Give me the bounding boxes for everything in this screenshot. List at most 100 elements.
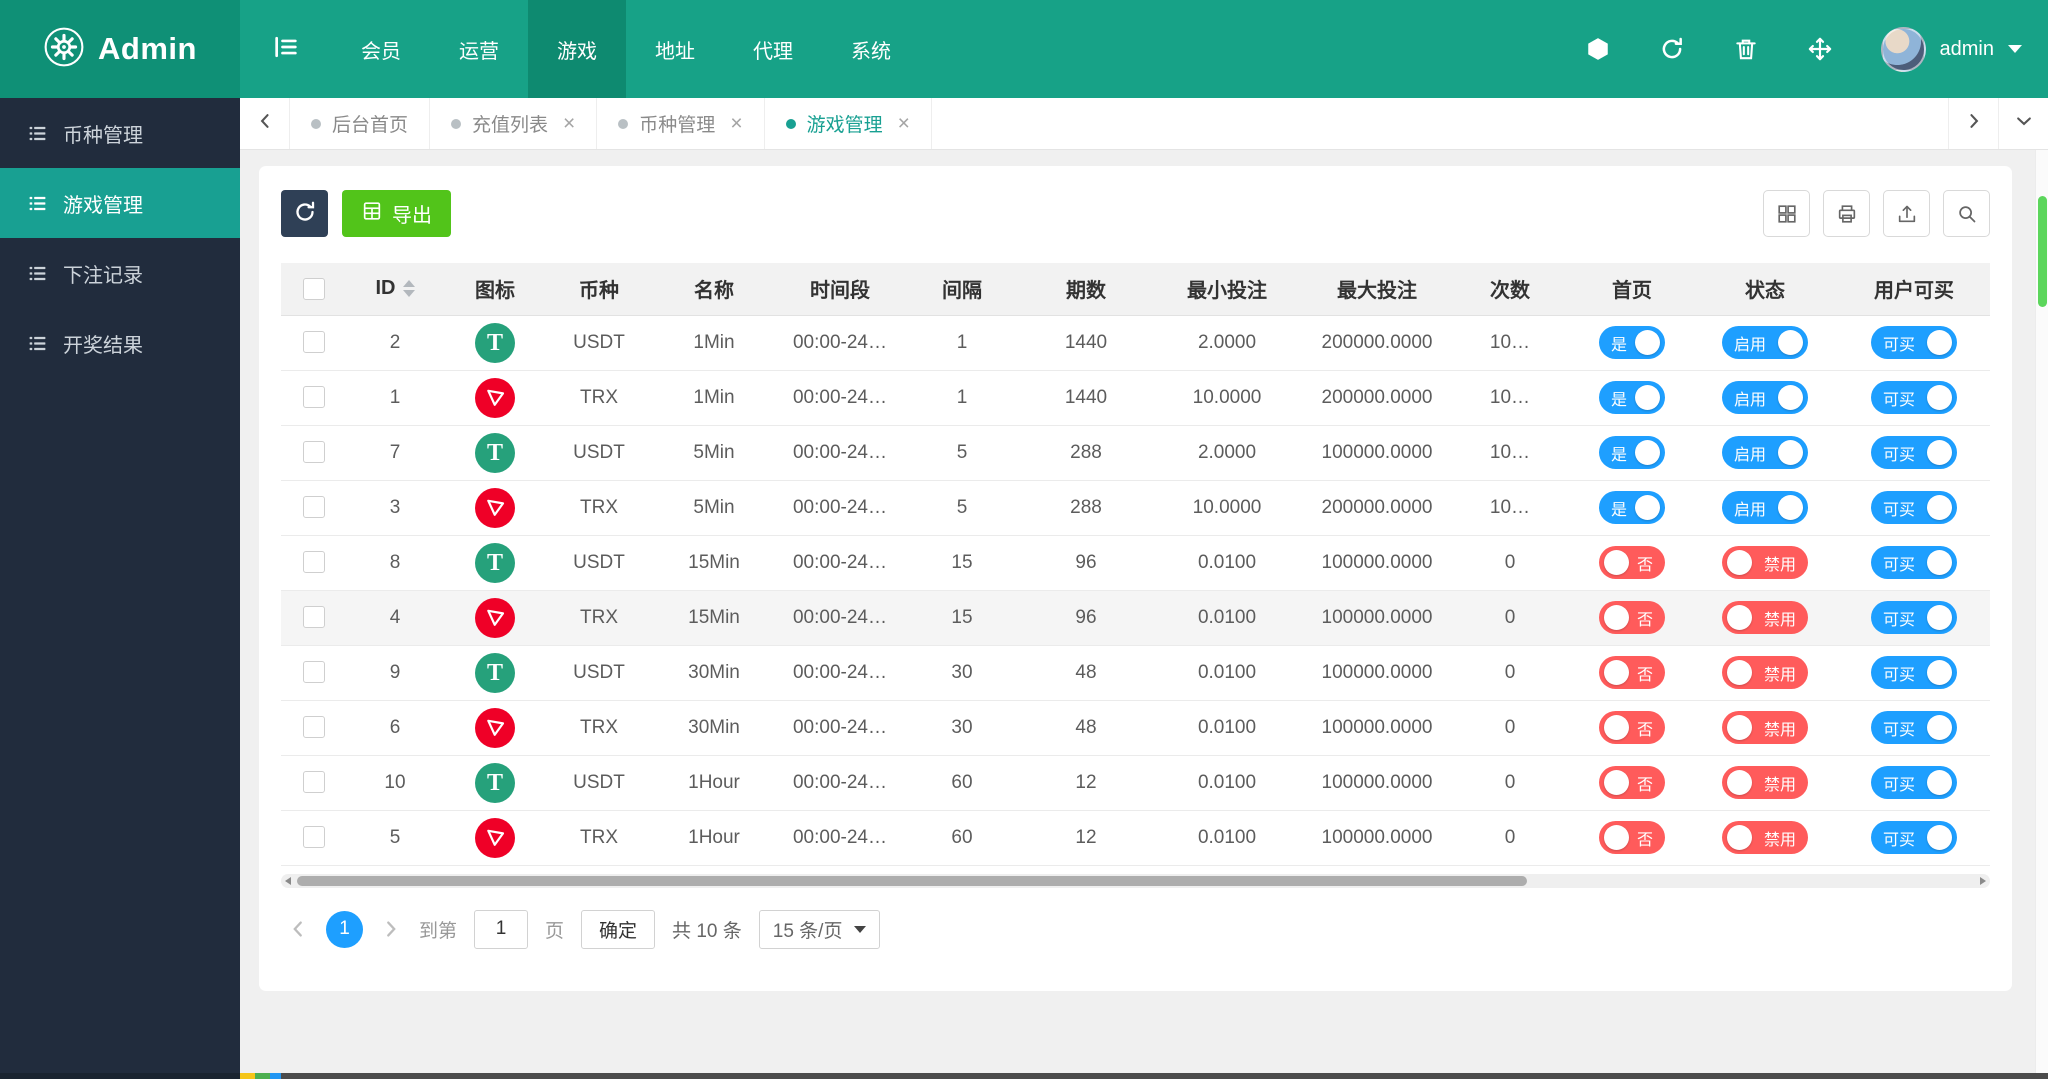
tab-币种管理[interactable]: 币种管理 × (597, 98, 765, 149)
tab-close-icon[interactable]: × (563, 113, 575, 134)
vertical-scrollbar[interactable] (2035, 150, 2048, 1073)
home-toggle[interactable]: 否 (1599, 711, 1665, 744)
tab-游戏管理[interactable]: 游戏管理 × (765, 98, 932, 149)
next-page-button[interactable] (380, 918, 402, 940)
select-all-checkbox[interactable] (303, 277, 325, 300)
tab-充值列表[interactable]: 充值列表 × (430, 98, 598, 149)
buyable-toggle[interactable]: 可买 (1871, 601, 1957, 634)
buyable-toggle[interactable]: 可买 (1871, 381, 1957, 414)
row-checkbox[interactable] (303, 331, 325, 354)
buyable-toggle[interactable]: 可买 (1871, 436, 1957, 469)
row-checkbox[interactable] (303, 496, 325, 519)
table-header-row: ID 图标 币种 名称 时间段 间隔 期数 最小投注 最大投注 次数 首页 状态 用户可买 (281, 263, 1990, 316)
row-checkbox[interactable] (303, 661, 325, 684)
row-checkbox[interactable] (303, 826, 325, 849)
cell-times: 10… (1451, 425, 1569, 481)
menu-item-会员[interactable]: 会员 (332, 0, 430, 98)
column-header-ID[interactable]: ID (347, 263, 443, 316)
printer-icon[interactable] (1823, 190, 1870, 237)
menu-item-游戏[interactable]: 游戏 (528, 0, 626, 98)
row-checkbox[interactable] (303, 386, 325, 409)
menu-item-系统[interactable]: 系统 (822, 0, 920, 98)
home-toggle[interactable]: 否 (1599, 601, 1665, 634)
refresh-icon[interactable] (1659, 36, 1686, 63)
cell-id: 6 (347, 700, 443, 756)
buyable-toggle[interactable]: 可买 (1871, 491, 1957, 524)
cell-status: 禁用 (1695, 755, 1835, 811)
menu-item-代理[interactable]: 代理 (724, 0, 822, 98)
status-toggle[interactable]: 禁用 (1722, 656, 1808, 689)
buyable-toggle[interactable]: 可买 (1871, 546, 1957, 579)
cell-interval: 60 (903, 755, 1021, 811)
vertical-scrollbar-thumb[interactable] (2038, 196, 2047, 307)
tabs-menu-button[interactable] (1998, 98, 2048, 149)
list-icon (27, 263, 48, 284)
status-toggle[interactable]: 禁用 (1722, 546, 1808, 579)
grid-columns-icon[interactable] (1763, 190, 1810, 237)
status-toggle[interactable]: 启用 (1722, 381, 1808, 414)
sidebar-item-下注记录[interactable]: 下注记录 (0, 238, 240, 308)
sidebar-item-开奖结果[interactable]: 开奖结果 (0, 308, 240, 378)
row-checkbox[interactable] (303, 551, 325, 574)
home-toggle[interactable]: 否 (1599, 546, 1665, 579)
sidebar-item-币种管理[interactable]: 币种管理 (0, 98, 240, 168)
page-size-value: 15 条/页 (772, 920, 843, 942)
row-checkbox[interactable] (303, 606, 325, 629)
confirm-button[interactable]: 确定 (581, 909, 656, 949)
home-toggle[interactable]: 是 (1599, 381, 1665, 414)
page-number-button[interactable]: 1 (326, 910, 363, 948)
status-toggle[interactable]: 禁用 (1722, 821, 1808, 854)
collapse-sidebar-button[interactable] (240, 0, 332, 98)
tabs-scroll-left-button[interactable] (240, 98, 290, 149)
tab-close-icon[interactable]: × (730, 113, 742, 134)
horizontal-scrollbar[interactable] (281, 873, 1990, 888)
buyable-toggle[interactable]: 可买 (1871, 766, 1957, 799)
buyable-toggle[interactable]: 可买 (1871, 711, 1957, 744)
buyable-toggle[interactable]: 可买 (1871, 821, 1957, 854)
cell-status: 禁用 (1695, 535, 1835, 591)
cell-coin: TRX (547, 480, 651, 536)
row-checkbox[interactable] (303, 771, 325, 794)
move-arrows-icon[interactable] (1807, 36, 1834, 63)
sidebar-item-游戏管理[interactable]: 游戏管理 (0, 168, 240, 238)
status-toggle[interactable]: 启用 (1722, 491, 1808, 524)
menu-item-地址[interactable]: 地址 (626, 0, 724, 98)
tab-后台首页[interactable]: 后台首页 (290, 98, 431, 149)
menu-item-运营[interactable]: 运营 (430, 0, 528, 98)
home-toggle[interactable]: 否 (1599, 766, 1665, 799)
status-toggle[interactable]: 启用 (1722, 326, 1808, 359)
search-icon[interactable] (1943, 190, 1990, 237)
buyable-toggle[interactable]: 可买 (1871, 656, 1957, 689)
table-row: 7 T USDT 5Min 00:00-24… 5 288 2.0000 100… (281, 425, 1990, 481)
cell-id: 2 (347, 315, 443, 371)
export-button[interactable]: 导出 (342, 190, 451, 237)
buyable-toggle[interactable]: 可买 (1871, 326, 1957, 359)
prev-page-button[interactable] (287, 918, 309, 940)
cell-max-bet: 100000.0000 (1303, 535, 1451, 591)
sort-icon[interactable] (402, 280, 415, 298)
tabs-scroll-right-button[interactable] (1948, 98, 1998, 149)
goto-page-input[interactable] (474, 909, 529, 949)
horizontal-scrollbar-thumb[interactable] (297, 875, 1528, 886)
cell-select (281, 645, 347, 701)
trash-icon[interactable] (1733, 36, 1760, 63)
row-checkbox[interactable] (303, 441, 325, 464)
user-menu[interactable]: admin (1880, 26, 2022, 72)
upload-icon[interactable] (1883, 190, 1930, 237)
home-toggle[interactable]: 是 (1599, 326, 1665, 359)
tab-list: 后台首页 充值列表 × 币种管理 × 游戏管理 × (290, 98, 932, 149)
tab-close-icon[interactable]: × (898, 113, 910, 134)
status-toggle[interactable]: 禁用 (1722, 766, 1808, 799)
home-toggle[interactable]: 是 (1599, 491, 1665, 524)
status-toggle[interactable]: 禁用 (1722, 711, 1808, 744)
page-size-select[interactable]: 15 条/页 (758, 909, 881, 949)
status-toggle[interactable]: 启用 (1722, 436, 1808, 469)
home-toggle[interactable]: 否 (1599, 821, 1665, 854)
refresh-button[interactable] (281, 190, 328, 237)
status-toggle[interactable]: 禁用 (1722, 601, 1808, 634)
cell-name: 1Hour (651, 810, 777, 866)
home-toggle[interactable]: 是 (1599, 436, 1665, 469)
home-toggle[interactable]: 否 (1599, 656, 1665, 689)
cube-icon[interactable] (1585, 36, 1612, 63)
row-checkbox[interactable] (303, 716, 325, 739)
